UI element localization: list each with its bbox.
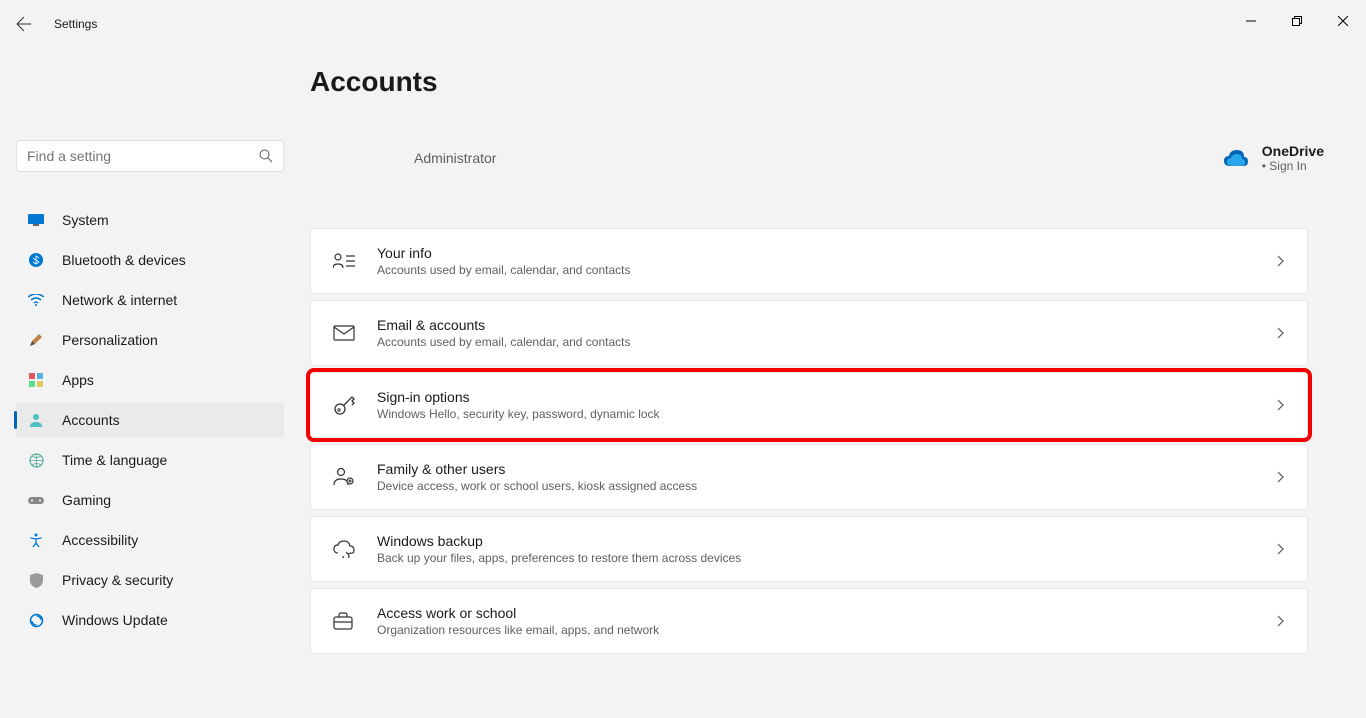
onedrive-tile[interactable]: OneDrive Sign In: [1224, 143, 1324, 173]
nav-label: Time & language: [62, 452, 167, 468]
paintbrush-icon: [26, 332, 46, 348]
nav-label: Accounts: [62, 412, 120, 428]
shield-icon: [26, 573, 46, 588]
nav-system[interactable]: System: [16, 202, 284, 238]
wifi-icon: [26, 294, 46, 306]
nav-label: Personalization: [62, 332, 158, 348]
nav-personalization[interactable]: Personalization: [16, 322, 284, 358]
card-work-school[interactable]: Access work or school Organization resou…: [310, 588, 1308, 654]
search-box[interactable]: [16, 140, 284, 172]
nav-label: Gaming: [62, 492, 111, 508]
nav-accessibility[interactable]: Accessibility: [16, 522, 284, 558]
nav-windows-update[interactable]: Windows Update: [16, 602, 284, 638]
search-input[interactable]: [27, 148, 259, 164]
card-your-info[interactable]: Your info Accounts used by email, calend…: [310, 228, 1308, 294]
card-sub: Back up your files, apps, preferences to…: [377, 551, 1277, 565]
nav-label: Apps: [62, 372, 94, 388]
nav-privacy[interactable]: Privacy & security: [16, 562, 284, 598]
onedrive-action: Sign In: [1262, 159, 1324, 173]
card-windows-backup[interactable]: Windows backup Back up your files, apps,…: [310, 516, 1308, 582]
card-title: Sign-in options: [377, 389, 1277, 405]
close-button[interactable]: [1320, 5, 1366, 37]
chevron-right-icon: [1277, 255, 1285, 267]
nav-label: Bluetooth & devices: [62, 252, 186, 268]
nav-label: Privacy & security: [62, 572, 173, 588]
card-sub: Accounts used by email, calendar, and co…: [377, 263, 1277, 277]
user-role: Administrator: [414, 150, 496, 166]
bluetooth-icon: [26, 253, 46, 267]
nav-apps[interactable]: Apps: [16, 362, 284, 398]
close-icon: [1338, 16, 1348, 26]
card-title: Family & other users: [377, 461, 1277, 477]
accessibility-icon: [26, 533, 46, 547]
nav-network[interactable]: Network & internet: [16, 282, 284, 318]
sidebar: System Bluetooth & devices Network & int…: [0, 48, 300, 718]
nav-bluetooth[interactable]: Bluetooth & devices: [16, 242, 284, 278]
update-icon: [26, 613, 46, 628]
maximize-icon: [1292, 16, 1302, 26]
arrow-left-icon: [16, 16, 32, 32]
nav-label: System: [62, 212, 109, 228]
nav-list: System Bluetooth & devices Network & int…: [16, 202, 284, 638]
minimize-icon: [1246, 16, 1256, 26]
chevron-right-icon: [1277, 399, 1285, 411]
window-controls: [1228, 11, 1366, 37]
maximize-button[interactable]: [1274, 5, 1320, 37]
card-family-users[interactable]: Family & other users Device access, work…: [310, 444, 1308, 510]
card-title: Access work or school: [377, 605, 1277, 621]
chevron-right-icon: [1277, 471, 1285, 483]
page-title: Accounts: [310, 66, 1356, 98]
card-sub: Device access, work or school users, kio…: [377, 479, 1277, 493]
nav-gaming[interactable]: Gaming: [16, 482, 284, 518]
your-info-icon: [333, 252, 357, 270]
backup-icon: [333, 540, 357, 558]
nav-accounts[interactable]: Accounts: [16, 402, 284, 438]
globe-clock-icon: [26, 453, 46, 468]
key-icon: [333, 394, 357, 416]
family-icon: [333, 467, 357, 487]
user-row: Administrator OneDrive Sign In: [310, 128, 1356, 188]
card-title: Email & accounts: [377, 317, 1277, 333]
briefcase-icon: [333, 612, 357, 630]
card-sub: Accounts used by email, calendar, and co…: [377, 335, 1277, 349]
nav-label: Network & internet: [62, 292, 177, 308]
system-icon: [26, 214, 46, 226]
card-title: Your info: [377, 245, 1277, 261]
card-sub: Windows Hello, security key, password, d…: [377, 407, 1277, 421]
main-content: Accounts Administrator OneDrive Sign In …: [300, 48, 1366, 718]
gamepad-icon: [26, 495, 46, 506]
chevron-right-icon: [1277, 615, 1285, 627]
nav-label: Windows Update: [62, 612, 168, 628]
nav-time-language[interactable]: Time & language: [16, 442, 284, 478]
titlebar: Settings: [0, 0, 1366, 48]
minimize-button[interactable]: [1228, 5, 1274, 37]
chevron-right-icon: [1277, 327, 1285, 339]
onedrive-icon: [1224, 150, 1248, 166]
person-icon: [26, 413, 46, 427]
apps-icon: [26, 373, 46, 387]
nav-label: Accessibility: [62, 532, 138, 548]
card-sub: Organization resources like email, apps,…: [377, 623, 1277, 637]
back-button[interactable]: [0, 0, 48, 48]
onedrive-title: OneDrive: [1262, 143, 1324, 159]
chevron-right-icon: [1277, 543, 1285, 555]
app-title: Settings: [54, 17, 97, 31]
search-icon: [259, 149, 273, 163]
card-sign-in-options[interactable]: Sign-in options Windows Hello, security …: [310, 372, 1308, 438]
card-email-accounts[interactable]: Email & accounts Accounts used by email,…: [310, 300, 1308, 366]
card-title: Windows backup: [377, 533, 1277, 549]
mail-icon: [333, 325, 357, 341]
